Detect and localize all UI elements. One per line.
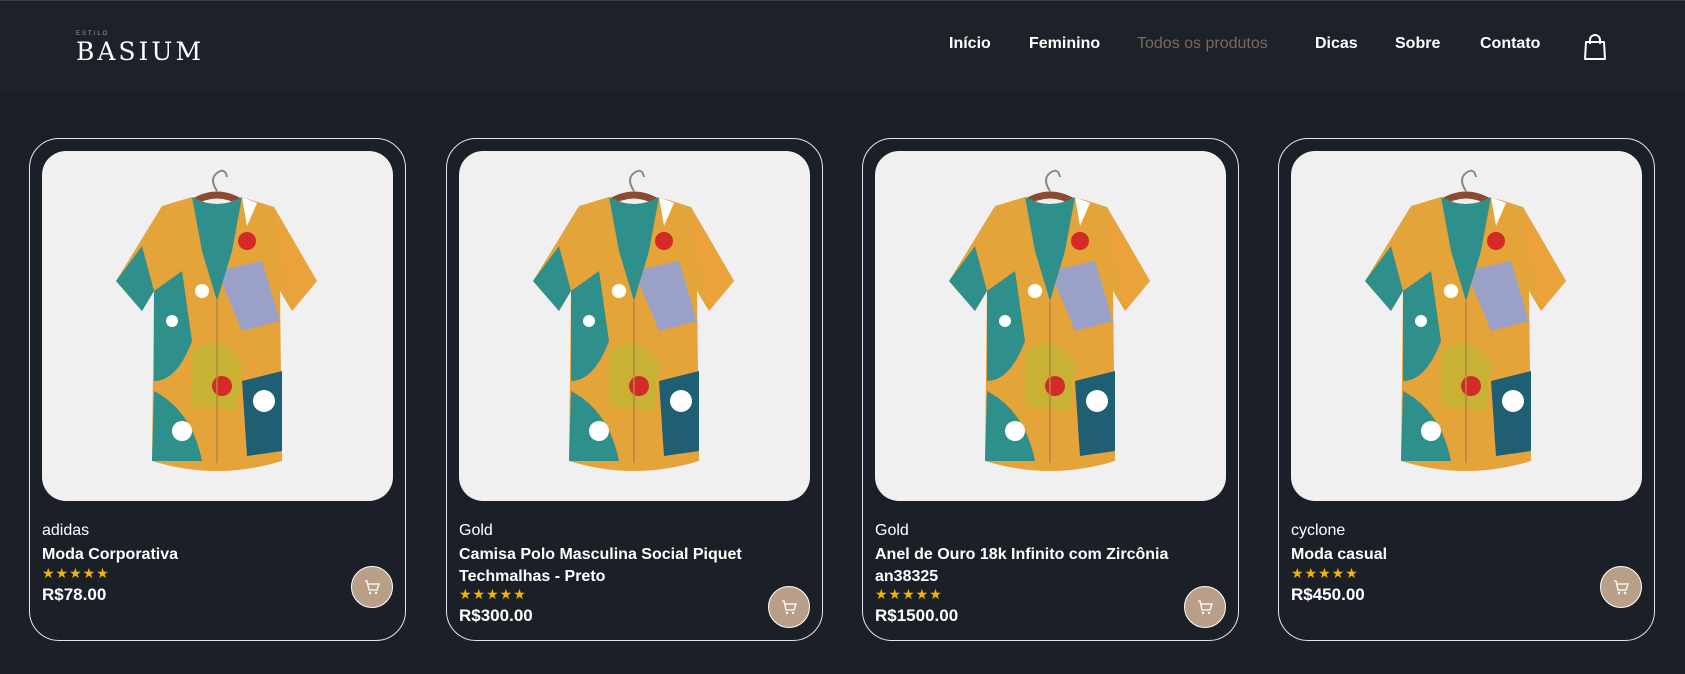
product-image[interactable]: [459, 151, 810, 501]
logo-text: BASIUM: [76, 37, 205, 66]
add-to-cart-button[interactable]: [768, 586, 810, 628]
rating-stars: ★★★★★: [1291, 565, 1359, 581]
product-card[interactable]: Gold Anel de Ouro 18k Infinito com Zircô…: [862, 138, 1239, 641]
nav-item-feminino[interactable]: Feminino: [1029, 35, 1100, 53]
nav-item-sobre[interactable]: Sobre: [1395, 35, 1440, 53]
product-brand: Gold: [459, 522, 493, 539]
product-image[interactable]: [42, 151, 393, 501]
nav-item-contato[interactable]: Contato: [1480, 35, 1540, 53]
product-price: R$1500.00: [875, 606, 959, 625]
product-price: R$78.00: [42, 585, 107, 604]
product-image[interactable]: [1291, 151, 1642, 501]
product-price: R$450.00: [1291, 585, 1365, 604]
product-brand: Gold: [875, 522, 909, 539]
cart-icon: [365, 580, 380, 595]
product-title: Moda casual: [1291, 546, 1388, 563]
product-card[interactable]: cyclone Moda casual ★★★★★ R$450.00: [1278, 138, 1655, 641]
product-image[interactable]: [875, 151, 1226, 501]
cart-icon: [1614, 580, 1629, 595]
cart-icon: [782, 600, 797, 615]
nav-item-dicas[interactable]: Dicas: [1315, 35, 1358, 53]
rating-stars: ★★★★★: [875, 586, 943, 602]
cart-icon: [1198, 600, 1213, 615]
product-title: Camisa Polo Masculina Social Piquet Tech…: [459, 546, 742, 585]
product-brand: adidas: [42, 522, 90, 539]
nav-item-inicio[interactable]: Início: [949, 35, 991, 53]
top-navbar: ESTILO BASIUM Início Feminino Todos os p…: [0, 0, 1685, 92]
add-to-cart-button[interactable]: [1184, 586, 1226, 628]
add-to-cart-button[interactable]: [351, 566, 393, 608]
rating-stars: ★★★★★: [42, 565, 110, 581]
rating-stars: ★★★★★: [459, 586, 527, 602]
product-price: R$300.00: [459, 606, 533, 625]
product-card[interactable]: Gold Camisa Polo Masculina Social Piquet…: [446, 138, 823, 641]
product-title: Moda Corporativa: [42, 546, 179, 563]
nav-item-todos-os-produtos[interactable]: Todos os produtos: [1137, 35, 1268, 53]
product-brand: cyclone: [1291, 522, 1346, 539]
shopping-bag-icon[interactable]: [1582, 33, 1608, 61]
add-to-cart-button[interactable]: [1600, 566, 1642, 608]
logo[interactable]: ESTILO BASIUM: [76, 31, 216, 66]
product-card[interactable]: adidas Moda Corporativa ★★★★★ R$78.00: [29, 138, 406, 641]
product-title: Anel de Ouro 18k Infinito com Zircônia a…: [875, 546, 1169, 585]
